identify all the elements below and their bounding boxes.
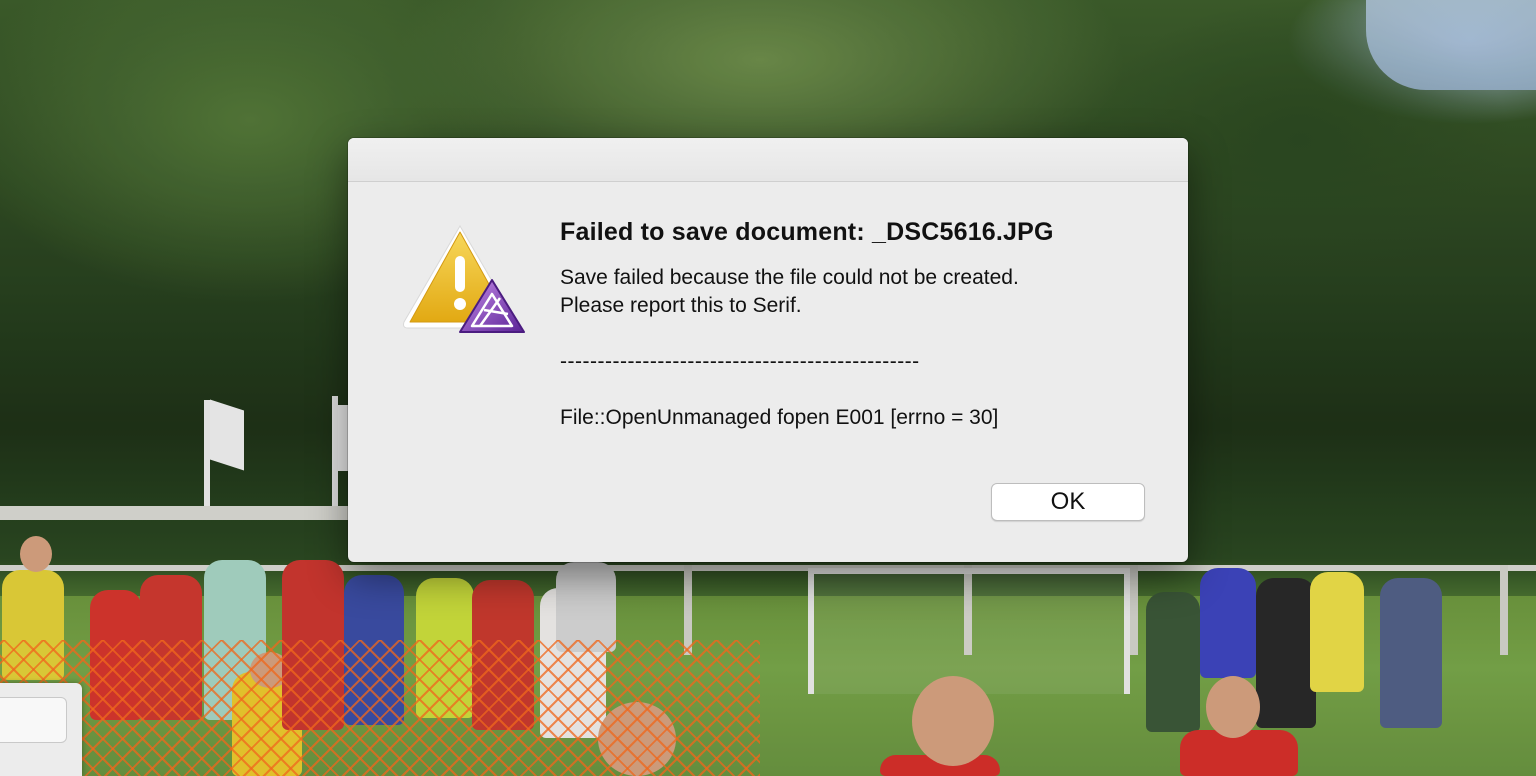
ok-button[interactable]: OK — [991, 483, 1145, 521]
dialog-message-line: Save failed because the file could not b… — [560, 266, 1019, 289]
save-error-dialog: Failed to save document: _DSC5616.JPG Sa… — [348, 138, 1188, 562]
background-window — [0, 683, 82, 776]
error-detail: File::OpenUnmanaged fopen E001 [errno = … — [560, 406, 999, 429]
dialog-message: Save failed because the file could not b… — [560, 264, 1160, 320]
dialog-titlebar — [348, 138, 1188, 182]
warning-triangle-icon — [403, 225, 525, 333]
background-window-field — [0, 697, 67, 743]
dialog-message-line: Please report this to Serif. — [560, 294, 802, 317]
dialog-title: Failed to save document: _DSC5616.JPG — [560, 218, 1054, 246]
dialog-separator-text: ----------------------------------------… — [560, 350, 920, 373]
